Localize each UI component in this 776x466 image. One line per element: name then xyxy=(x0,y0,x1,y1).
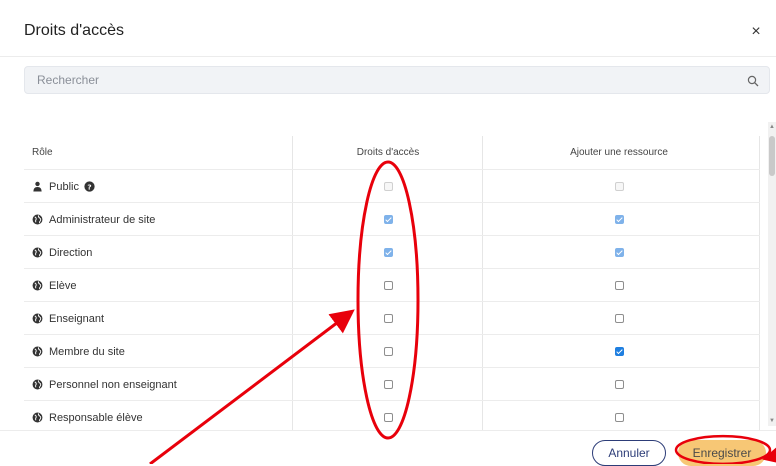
role-cell: Responsable élève xyxy=(32,401,292,430)
scroll-thumb[interactable] xyxy=(769,136,775,176)
add-resource-checkbox-cell xyxy=(484,302,754,335)
add-resource-checkbox-cell xyxy=(484,170,754,203)
globe-icon xyxy=(32,247,43,258)
footer-divider xyxy=(0,430,776,431)
table-row: Enseignant xyxy=(24,301,760,334)
access-checkbox[interactable] xyxy=(383,215,393,224)
search-box xyxy=(24,66,770,94)
add-resource-checkbox-cell xyxy=(484,236,754,269)
access-checkbox-cell xyxy=(294,368,482,401)
add-resource-checkbox-cell xyxy=(484,203,754,236)
access-checkbox-cell xyxy=(294,269,482,302)
access-checkbox[interactable] xyxy=(383,281,393,290)
column-header-access: Droits d'accès xyxy=(356,147,420,158)
roles-table: Rôle Droits d'accès Ajouter une ressourc… xyxy=(24,136,760,430)
role-label: Administrateur de site xyxy=(49,213,156,226)
add-resource-checkbox[interactable] xyxy=(614,413,624,422)
role-cell: Administrateur de site xyxy=(32,203,292,236)
close-button[interactable]: × xyxy=(748,24,764,40)
access-checkbox[interactable] xyxy=(383,380,393,389)
role-label: Membre du site xyxy=(49,345,125,358)
table-row: Direction xyxy=(24,235,760,268)
access-checkbox xyxy=(383,182,393,191)
globe-icon xyxy=(32,412,43,423)
help-icon[interactable]: ? xyxy=(84,181,95,192)
globe-icon xyxy=(32,280,43,291)
add-resource-checkbox xyxy=(614,182,624,191)
globe-icon xyxy=(32,214,43,225)
column-header-add-resource: Ajouter une ressource xyxy=(570,147,668,158)
access-checkbox-cell xyxy=(294,236,482,269)
add-resource-checkbox-cell xyxy=(484,401,754,430)
add-resource-checkbox[interactable] xyxy=(614,248,624,257)
scroll-up-arrow[interactable]: ▲ xyxy=(769,124,775,130)
search-icon[interactable] xyxy=(747,75,759,87)
dialog-header: Droits d'accès × xyxy=(24,22,776,46)
table-header-row: Rôle Droits d'accès Ajouter une ressourc… xyxy=(24,136,760,169)
access-checkbox-cell xyxy=(294,170,482,203)
add-resource-checkbox[interactable] xyxy=(614,380,624,389)
access-checkbox[interactable] xyxy=(383,314,393,323)
access-rights-dialog: Droits d'accès × Rôle Droits d'accès Ajo… xyxy=(0,0,776,466)
add-resource-checkbox[interactable] xyxy=(614,281,624,290)
table-row: Elève xyxy=(24,268,760,301)
add-resource-checkbox-cell xyxy=(484,335,754,368)
role-label: Personnel non enseignant xyxy=(49,378,177,391)
column-header-role: Rôle xyxy=(32,147,53,158)
add-resource-checkbox[interactable] xyxy=(614,347,624,356)
role-label: Direction xyxy=(49,246,93,259)
access-checkbox[interactable] xyxy=(383,248,393,257)
role-label: Public xyxy=(49,180,79,193)
annotation-arrow-save xyxy=(762,441,776,464)
add-resource-checkbox-cell xyxy=(484,269,754,302)
role-label: Enseignant xyxy=(49,312,105,325)
table-row: Personnel non enseignant xyxy=(24,367,760,400)
role-cell: Enseignant xyxy=(32,302,292,335)
svg-text:?: ? xyxy=(87,182,91,191)
globe-icon xyxy=(32,313,43,324)
add-resource-checkbox[interactable] xyxy=(614,314,624,323)
access-checkbox-cell xyxy=(294,302,482,335)
save-button[interactable]: Enregistrer xyxy=(678,440,766,466)
role-cell: Direction xyxy=(32,236,292,269)
globe-icon xyxy=(32,379,43,390)
role-cell: Public? xyxy=(32,170,292,203)
access-checkbox-cell xyxy=(294,203,482,236)
header-divider xyxy=(0,56,776,57)
role-cell: Elève xyxy=(32,269,292,302)
table-row: Administrateur de site xyxy=(24,202,760,235)
role-cell: Personnel non enseignant xyxy=(32,368,292,401)
add-resource-checkbox[interactable] xyxy=(614,215,624,224)
search-input[interactable] xyxy=(25,67,769,93)
dialog-title: Droits d'accès xyxy=(24,22,124,39)
table-scrollbar[interactable]: ▲ ▼ xyxy=(768,122,776,426)
table-row: Responsable élève xyxy=(24,400,760,430)
access-checkbox-cell xyxy=(294,335,482,368)
access-checkbox-cell xyxy=(294,401,482,430)
table-row: Public? xyxy=(24,169,760,202)
add-resource-checkbox-cell xyxy=(484,368,754,401)
access-checkbox[interactable] xyxy=(383,347,393,356)
access-checkbox[interactable] xyxy=(383,413,393,422)
table-row: Membre du site xyxy=(24,334,760,367)
person-icon xyxy=(33,181,42,192)
role-label: Responsable élève xyxy=(49,411,143,424)
cancel-button[interactable]: Annuler xyxy=(592,440,666,466)
role-label: Elève xyxy=(49,279,77,292)
scroll-down-arrow[interactable]: ▼ xyxy=(769,418,775,424)
role-cell: Membre du site xyxy=(32,335,292,368)
globe-icon xyxy=(32,346,43,357)
